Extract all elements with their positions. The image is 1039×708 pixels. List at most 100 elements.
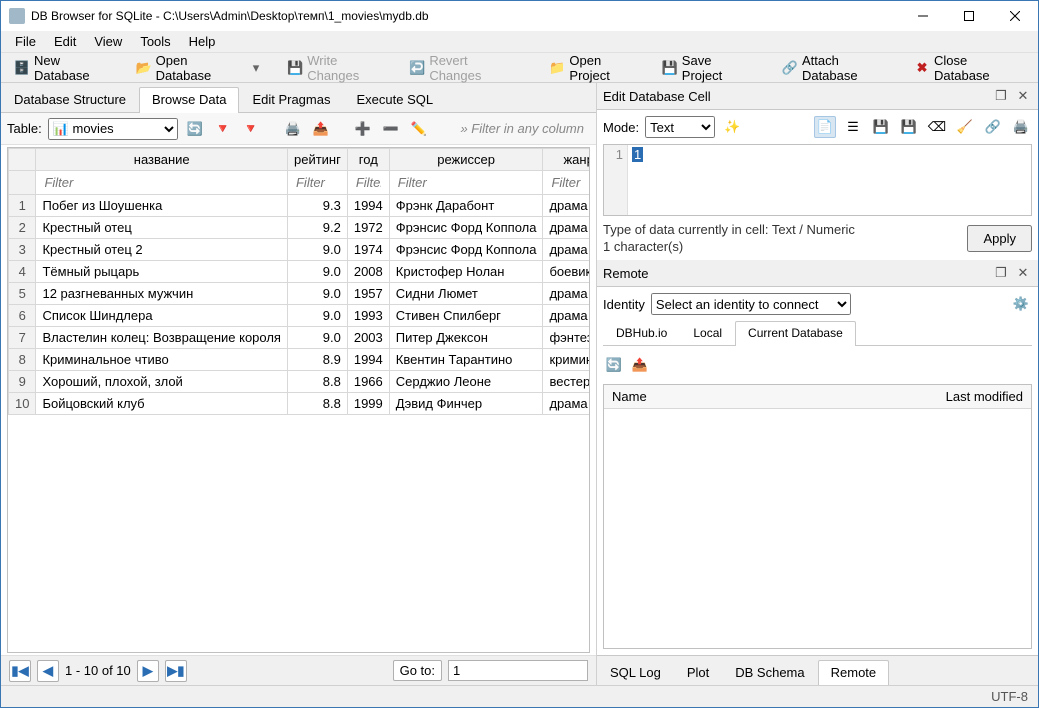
col-header-name[interactable]: название	[36, 149, 288, 171]
cell-genre[interactable]: драма	[543, 195, 590, 217]
cell-genre[interactable]: драма	[543, 393, 590, 415]
export-button[interactable]: 📤	[310, 118, 332, 140]
cell-year[interactable]: 1957	[347, 283, 389, 305]
new-database-button[interactable]: 🗄️New Database	[7, 49, 125, 87]
filter-name[interactable]	[42, 174, 281, 191]
cell-director[interactable]: Питер Джексон	[389, 327, 543, 349]
cell-year[interactable]: 1999	[347, 393, 389, 415]
data-grid[interactable]: название рейтинг год режиссер жанр	[7, 147, 590, 653]
cell-genre[interactable]: криминал	[543, 349, 590, 371]
tab-sql-log[interactable]: SQL Log	[597, 660, 674, 686]
apply-button[interactable]: Apply	[967, 225, 1032, 252]
remote-close-button[interactable]: ✕	[1014, 264, 1032, 282]
open-database-button[interactable]: 📂Open Database▾	[129, 49, 267, 87]
cell-genre[interactable]: драма	[543, 217, 590, 239]
filter-genre[interactable]	[549, 174, 590, 191]
close-database-button[interactable]: ✖Close Database	[907, 49, 1032, 87]
cell-year[interactable]: 1994	[347, 195, 389, 217]
tab-browse-data[interactable]: Browse Data	[139, 87, 239, 113]
cell-year[interactable]: 1993	[347, 305, 389, 327]
editcell-float-button[interactable]: ❐	[992, 87, 1010, 105]
cell-name[interactable]: Крестный отец	[36, 217, 288, 239]
open-project-button[interactable]: 📁Open Project	[542, 49, 650, 87]
copy-cell-button[interactable]: 🔗	[982, 116, 1004, 138]
cell-year[interactable]: 1974	[347, 239, 389, 261]
cell-rating[interactable]: 8.8	[287, 371, 347, 393]
cell-genre[interactable]: фэнтези	[543, 327, 590, 349]
auto-format-button[interactable]: ✨	[721, 116, 743, 138]
cell-director[interactable]: Квентин Тарантино	[389, 349, 543, 371]
filter-any-label[interactable]: » Filter in any column	[454, 121, 590, 136]
tab-local[interactable]: Local	[680, 321, 735, 346]
write-changes-button[interactable]: 💾Write Changes	[280, 49, 398, 87]
cell-rating[interactable]: 9.0	[287, 283, 347, 305]
cell-rating[interactable]: 8.8	[287, 393, 347, 415]
cell-genre[interactable]: драма	[543, 305, 590, 327]
print-cell-button[interactable]: 🖨️	[1010, 116, 1032, 138]
editcell-close-button[interactable]: ✕	[1014, 87, 1032, 105]
cell-year[interactable]: 1966	[347, 371, 389, 393]
save-filter-button[interactable]: 🔻	[240, 118, 262, 140]
tab-edit-pragmas[interactable]: Edit Pragmas	[239, 87, 343, 113]
erase-button[interactable]: 🧹	[954, 116, 976, 138]
tab-database-structure[interactable]: Database Structure	[1, 87, 139, 113]
cell-name[interactable]: Властелин колец: Возвращение короля	[36, 327, 288, 349]
table-row[interactable]: 2 Крестный отец 9.2 1972 Фрэнсис Форд Ко…	[9, 217, 591, 239]
cell-content[interactable]: 1	[628, 145, 1031, 215]
table-row[interactable]: 7 Властелин колец: Возвращение короля 9.…	[9, 327, 591, 349]
cell-director[interactable]: Стивен Спилберг	[389, 305, 543, 327]
cell-rating[interactable]: 9.0	[287, 239, 347, 261]
table-row[interactable]: 10 Бойцовский клуб 8.8 1999 Дэвид Финчер…	[9, 393, 591, 415]
tab-plot[interactable]: Plot	[674, 660, 722, 686]
export-cell-button[interactable]: 💾	[898, 116, 920, 138]
cell-genre[interactable]: вестерн	[543, 371, 590, 393]
remote-float-button[interactable]: ❐	[992, 264, 1010, 282]
table-row[interactable]: 8 Криминальное чтиво 8.9 1994 Квентин Та…	[9, 349, 591, 371]
refresh-button[interactable]: 🔄	[184, 118, 206, 140]
col-name[interactable]: Name	[604, 385, 938, 408]
cell-name[interactable]: Тёмный рыцарь	[36, 261, 288, 283]
cell-name[interactable]: Список Шиндлера	[36, 305, 288, 327]
next-page-button[interactable]: ▶	[137, 660, 159, 682]
identity-select[interactable]: Select an identity to connect	[651, 293, 851, 315]
cell-rating[interactable]: 8.9	[287, 349, 347, 371]
col-header-genre[interactable]: жанр	[543, 149, 590, 171]
cell-year[interactable]: 1994	[347, 349, 389, 371]
last-page-button[interactable]: ▶▮	[165, 660, 187, 682]
tab-db-schema[interactable]: DB Schema	[722, 660, 817, 686]
table-row[interactable]: 5 12 разгневанных мужчин 9.0 1957 Сидни …	[9, 283, 591, 305]
cell-director[interactable]: Фрэнсис Форд Коппола	[389, 239, 543, 261]
cell-director[interactable]: Кристофер Нолан	[389, 261, 543, 283]
col-modified[interactable]: Last modified	[938, 385, 1031, 408]
cell-name[interactable]: Хороший, плохой, злой	[36, 371, 288, 393]
filter-year[interactable]	[354, 174, 383, 191]
rtl-button[interactable]: ☰	[842, 116, 864, 138]
minimize-button[interactable]	[900, 1, 946, 31]
cell-director[interactable]: Серджио Леоне	[389, 371, 543, 393]
edit-cell-button[interactable]: ✏️	[408, 118, 430, 140]
table-row[interactable]: 4 Тёмный рыцарь 9.0 2008 Кристофер Нолан…	[9, 261, 591, 283]
text-mode-button[interactable]: 📄	[814, 116, 836, 138]
set-null-button[interactable]: ⌫	[926, 116, 948, 138]
cell-genre[interactable]: боевик	[543, 261, 590, 283]
cell-genre[interactable]: драма	[543, 283, 590, 305]
tab-current-database[interactable]: Current Database	[735, 321, 856, 346]
cell-director[interactable]: Фрэнсис Форд Коппола	[389, 217, 543, 239]
first-page-button[interactable]: ▮◀	[9, 660, 31, 682]
cell-year[interactable]: 2003	[347, 327, 389, 349]
table-row[interactable]: 3 Крестный отец 2 9.0 1974 Фрэнсис Форд …	[9, 239, 591, 261]
remote-list[interactable]: Name Last modified	[603, 384, 1032, 649]
tab-dbhub[interactable]: DBHub.io	[603, 321, 680, 346]
filter-director[interactable]	[396, 174, 537, 191]
table-row[interactable]: 9 Хороший, плохой, злой 8.8 1966 Серджио…	[9, 371, 591, 393]
col-header-rating[interactable]: рейтинг	[287, 149, 347, 171]
cell-rating[interactable]: 9.0	[287, 261, 347, 283]
remote-push-button[interactable]: 📤	[629, 354, 651, 376]
tab-execute-sql[interactable]: Execute SQL	[343, 87, 446, 113]
table-row[interactable]: 1 Побег из Шоушенка 9.3 1994 Фрэнк Дараб…	[9, 195, 591, 217]
attach-database-button[interactable]: 🔗Attach Database	[775, 49, 903, 87]
prev-page-button[interactable]: ◀	[37, 660, 59, 682]
col-header-year[interactable]: год	[347, 149, 389, 171]
mode-select[interactable]: Text	[645, 116, 715, 138]
cell-name[interactable]: Крестный отец 2	[36, 239, 288, 261]
